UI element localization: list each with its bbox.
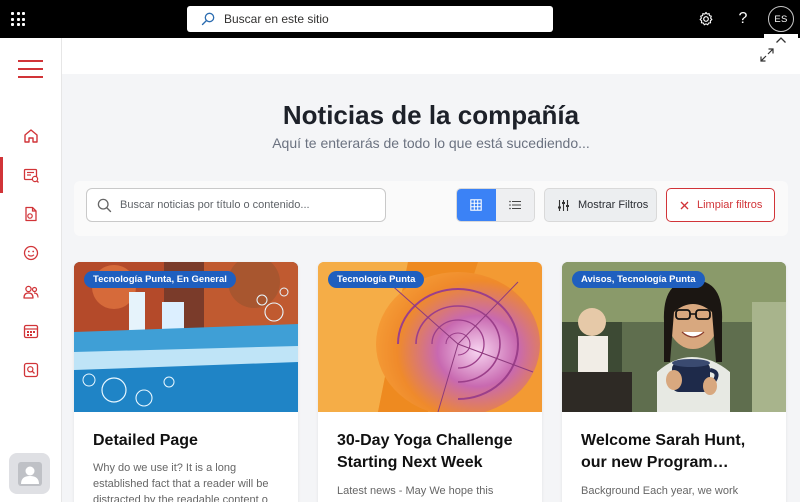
nav-people[interactable] [0,274,62,310]
news-card-excerpt: Latest news - May We hope this [337,485,494,497]
category-badge: Avisos, Tecnología Punta [572,271,705,288]
page-title: Noticias de la compañía [282,100,580,130]
left-navigation-rail [0,38,62,502]
list-icon [508,200,521,210]
nav-search[interactable] [0,352,62,388]
nav-documents[interactable] [0,196,62,232]
sliders-icon [558,199,569,211]
news-icon [23,168,39,183]
user-avatar[interactable]: ES [768,6,794,32]
nav-feedback[interactable] [0,235,62,271]
nav-news[interactable] [0,157,62,193]
show-filters-button[interactable]: Mostrar Filtros [544,188,657,222]
news-card-title[interactable]: Detailed Page [93,430,283,452]
view-toggle [456,188,535,222]
close-icon [680,201,689,209]
news-search-input[interactable] [120,199,375,211]
suite-header: ? ES [0,0,800,38]
news-card[interactable]: Tecnología Punta 30-Day Yoga Challenge S… [318,262,542,502]
category-badge: Tecnología Punta [328,271,425,288]
grid-view-button[interactable] [457,189,496,221]
news-card-excerpt: Background Each year, we work [581,485,739,497]
news-filter-bar: Mostrar Filtros Limpiar filtros [74,181,788,236]
category-badge: Tecnología Punta, En General [84,271,236,288]
person-placeholder-icon [17,461,42,486]
main-content: Noticias de la compañía Aquí te enterará… [62,34,800,502]
show-filters-label: Mostrar Filtros [578,199,649,211]
news-card-image: Tecnología Punta, En General [74,262,298,412]
document-icon [25,206,37,222]
search-document-icon [23,362,39,378]
app-launcher-icon[interactable] [11,12,25,26]
nav-home[interactable] [0,118,62,154]
search-icon [201,12,215,26]
home-icon [24,129,38,143]
clear-filters-button[interactable]: Limpiar filtros [666,188,775,222]
page-subtitle: Aquí te enterarás de todo lo que está su… [272,135,590,151]
settings-gear-icon[interactable] [697,10,715,28]
calendar-icon [23,324,39,339]
list-view-button[interactable] [495,189,534,221]
smiley-icon [23,245,39,261]
news-search-box[interactable] [86,188,386,222]
command-bar [62,38,800,74]
site-search-input[interactable] [224,12,524,26]
news-card-image: Avisos, Tecnología Punta [562,262,786,412]
news-card-excerpt: Why do we use it? It is a long establish… [93,462,269,502]
site-search-box[interactable] [187,6,553,32]
search-icon [97,198,112,212]
grid-icon [470,199,482,211]
nav-calendar[interactable] [0,313,62,349]
profile-avatar[interactable] [9,453,50,494]
news-card[interactable]: Avisos, Tecnología Punta Welcome Sarah H… [562,262,786,502]
people-icon [23,285,39,299]
chevron-up-icon [776,37,786,43]
clear-filters-label: Limpiar filtros [697,199,763,211]
expand-icon[interactable] [760,48,774,67]
news-card-image: Tecnología Punta [318,262,542,412]
news-card[interactable]: Tecnología Punta, En General Detailed Pa… [74,262,298,502]
news-card-title[interactable]: 30-Day Yoga Challenge Starting Next Week [337,430,527,474]
news-card-title[interactable]: Welcome Sarah Hunt, our new Program… [581,430,771,474]
menu-hamburger-icon[interactable] [18,60,43,78]
help-icon[interactable]: ? [734,10,752,28]
